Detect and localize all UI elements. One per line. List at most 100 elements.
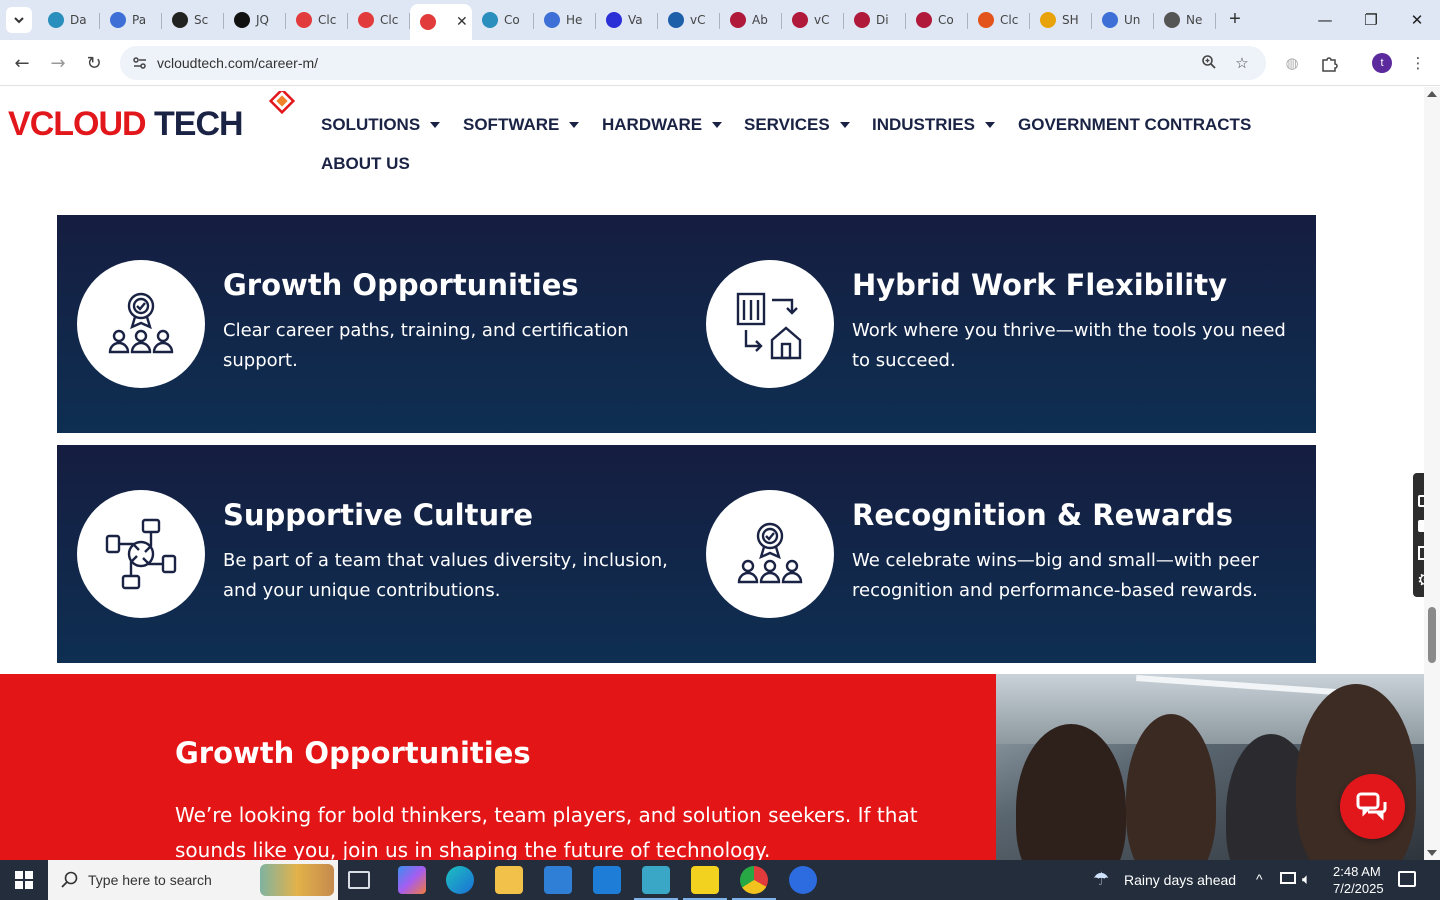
benefits-panel-2: Supportive Culture Be part of a team tha…	[57, 445, 1316, 663]
app-icon[interactable]	[634, 866, 678, 900]
url-text[interactable]: vcloudtech.com/career-m/	[157, 55, 318, 71]
benefit-title: Hybrid Work Flexibility	[852, 268, 1228, 302]
address-bar[interactable]: vcloudtech.com/career-m/ ☆	[120, 46, 1266, 80]
browser-tab[interactable]: Di	[844, 5, 906, 35]
browser-tab[interactable]: vC	[782, 5, 844, 35]
browser-tab[interactable]: Va	[596, 5, 658, 35]
edge-icon[interactable]	[446, 866, 474, 894]
store-icon[interactable]	[544, 866, 572, 894]
close-window-button[interactable]: ✕	[1394, 0, 1440, 40]
browser-tab[interactable]: Da	[38, 5, 100, 35]
zoom-app-icon[interactable]	[789, 866, 817, 894]
new-tab-button[interactable]: +	[1224, 8, 1246, 30]
taskbar-search[interactable]: Type here to search	[48, 860, 338, 900]
section-title: Growth Opportunities	[175, 736, 531, 770]
nav-item-government-contracts[interactable]: GOVERNMENT CONTRACTS	[1018, 115, 1251, 135]
chevron-down-icon	[14, 17, 24, 24]
tab-active[interactable]: ✕	[410, 4, 472, 40]
tab-label: vC	[814, 13, 830, 27]
tray-chevron-up-icon[interactable]: ^	[1256, 871, 1263, 887]
nav-item-services[interactable]: SERVICES	[744, 115, 850, 135]
network-icon[interactable]	[1280, 872, 1296, 884]
tab-close-icon[interactable]: ✕	[456, 14, 468, 30]
volume-icon[interactable]: 🔈︎	[1302, 870, 1311, 888]
restore-button[interactable]: ❐	[1348, 0, 1394, 40]
tab-label: Co	[504, 13, 520, 27]
tab-search-button[interactable]	[6, 7, 32, 33]
tab-label: SH	[1062, 13, 1079, 27]
benefit-title: Growth Opportunities	[223, 268, 579, 302]
reload-button[interactable]: ↻	[80, 49, 108, 77]
tab-label: Co	[938, 13, 954, 27]
file-explorer-icon[interactable]	[495, 866, 523, 894]
minimize-button[interactable]: —	[1302, 0, 1348, 40]
tab-favicon-icon	[544, 12, 560, 28]
mail-icon[interactable]	[593, 866, 621, 894]
tab-label: Clc	[1000, 13, 1019, 27]
tab-label: vC	[690, 13, 706, 27]
tab-favicon-icon	[172, 12, 188, 28]
zoom-icon[interactable]	[1200, 54, 1218, 72]
copilot-icon[interactable]	[398, 866, 426, 894]
tab-favicon-icon	[730, 12, 746, 28]
tab-favicon-icon	[296, 12, 312, 28]
tab-label: Ab	[752, 13, 768, 27]
tab-favicon-icon	[1040, 12, 1056, 28]
nav-item-solutions[interactable]: SOLUTIONS	[321, 115, 441, 135]
nav-item-industries[interactable]: INDUSTRIES	[872, 115, 995, 135]
scroll-up-arrow-icon[interactable]	[1427, 91, 1437, 97]
sticky-notes-icon[interactable]	[683, 866, 727, 900]
back-button[interactable]: ←	[8, 49, 36, 77]
menu-kebab-icon[interactable]: ⋮	[1409, 54, 1427, 72]
scroll-down-arrow-icon[interactable]	[1427, 850, 1437, 856]
nav-item-about-us[interactable]: ABOUT US	[321, 154, 410, 174]
search-icon	[61, 871, 78, 888]
browser-tab[interactable]: Co	[472, 5, 534, 35]
browser-tab[interactable]: Clc	[348, 5, 410, 35]
browser-tab[interactable]: SH	[1030, 5, 1092, 35]
nav-item-hardware[interactable]: HARDWARE	[602, 115, 723, 135]
tab-label: Sc	[194, 13, 209, 27]
weather-text[interactable]: Rainy days ahead	[1124, 872, 1236, 888]
tab-favicon-icon	[420, 14, 436, 30]
bookmark-star-icon[interactable]: ☆	[1233, 54, 1251, 72]
browser-tab[interactable]: Clc	[968, 5, 1030, 35]
forward-button[interactable]: →	[44, 49, 72, 77]
web-page: VCLOUD TECH SOLUTIONS SOFTWARE HARDWARE SER…	[0, 87, 1424, 860]
profile-avatar[interactable]: t	[1372, 53, 1392, 73]
page-scrollbar[interactable]	[1424, 87, 1440, 860]
nav-item-software[interactable]: SOFTWARE	[463, 115, 580, 135]
site-info-icon[interactable]	[132, 55, 148, 71]
chat-bubbles-icon	[1356, 792, 1386, 821]
taskbar-search-placeholder: Type here to search	[88, 872, 212, 888]
benefit-text: We celebrate wins—big and small—with pee…	[852, 550, 1259, 601]
clock-time[interactable]: 2:48 AM	[1333, 864, 1381, 879]
browser-tab[interactable]: He	[534, 5, 596, 35]
benefit-text: Be part of a team that values diversity,…	[223, 550, 668, 601]
browser-tab[interactable]: vC	[658, 5, 720, 35]
caret-down-icon	[984, 122, 995, 128]
extensions-icon[interactable]	[1320, 54, 1338, 72]
scroll-thumb[interactable]	[1428, 607, 1436, 663]
browser-tab[interactable]: JQ	[224, 5, 286, 35]
browser-tab[interactable]: Un	[1092, 5, 1154, 35]
task-view-icon[interactable]	[348, 871, 370, 889]
benefit-text: Work where you thrive—with the tools you…	[852, 320, 1286, 371]
chrome-icon[interactable]	[732, 866, 776, 900]
browser-tab[interactable]: Ab	[720, 5, 782, 35]
browser-tab[interactable]: Ne	[1154, 5, 1216, 35]
chat-button[interactable]	[1340, 774, 1405, 839]
browser-tab[interactable]: Co	[906, 5, 968, 35]
start-button[interactable]	[0, 860, 48, 900]
notification-icon[interactable]	[1398, 871, 1416, 887]
browser-tab[interactable]: Pa	[100, 5, 162, 35]
tab-favicon-icon	[978, 12, 994, 28]
clock-date[interactable]: 7/2/2025	[1333, 881, 1384, 896]
browser-tab[interactable]: Clc	[286, 5, 348, 35]
translate-icon[interactable]: ◍	[1283, 54, 1301, 72]
site-logo[interactable]: VCLOUD TECH	[8, 91, 300, 151]
tab-label: Da	[70, 13, 87, 27]
tab-label: Un	[1124, 13, 1141, 27]
browser-tab[interactable]: Sc	[162, 5, 224, 35]
nav-item-label: ABOUT US	[321, 154, 410, 173]
